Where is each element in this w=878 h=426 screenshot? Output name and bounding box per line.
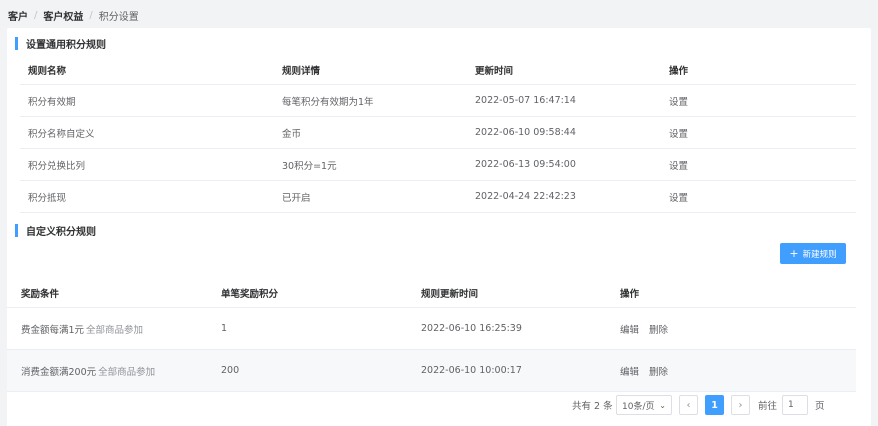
- column-header-points: 单笔奖励积分: [221, 288, 279, 300]
- content-card: 设置通用积分规则 规则名称 规则详情 更新时间 操作 积分有效期 每笔积分有效期…: [7, 28, 871, 426]
- table-row: 积分名称自定义 金币 2022-06-10 09:58:44 设置: [20, 117, 856, 149]
- rule-updated: 2022-06-10 09:58:44: [475, 127, 576, 138]
- rule-updated: 2022-06-10 10:00:17: [421, 365, 522, 376]
- reward-condition: 费金额每满1元 全部商品参加: [21, 308, 143, 349]
- reward-condition: 消费金额满200元 全部商品参加: [21, 350, 155, 391]
- custom-rules-table: 奖励条件 单笔奖励积分 规则更新时间 操作 费金额每满1元 全部商品参加 1 2…: [7, 278, 856, 393]
- section-title-custom: 自定义积分规则: [15, 223, 96, 238]
- plus-icon: +: [789, 247, 799, 260]
- breadcrumb-separator: /: [34, 9, 38, 21]
- column-header-condition: 奖励条件: [21, 288, 60, 300]
- rule-detail: 已开启: [282, 192, 311, 204]
- rule-updated: 2022-06-10 16:25:39: [421, 323, 522, 334]
- rule-name: 积分名称自定义: [28, 128, 95, 140]
- section-accent-bar: [15, 36, 18, 50]
- reward-condition-text: 费金额每满1元: [21, 324, 85, 336]
- rule-updated: 2022-05-07 16:47:14: [475, 95, 576, 106]
- delete-link[interactable]: 删除: [649, 308, 668, 349]
- rule-detail: 30积分=1元: [282, 160, 337, 172]
- section-title-general: 设置通用积分规则: [15, 36, 106, 51]
- table-row: 消费金额满200元 全部商品参加 200 2022-06-10 10:00:17…: [7, 350, 856, 392]
- page-size-select[interactable]: 10条/页 ⌄: [616, 395, 672, 415]
- goto-label: 前往: [758, 401, 778, 412]
- reward-condition-text: 消费金额满200元: [21, 366, 97, 378]
- table-header: 奖励条件 单笔奖励积分 规则更新时间 操作: [7, 278, 856, 308]
- table-row: 积分兑换比列 30积分=1元 2022-06-13 09:54:00 设置: [20, 149, 856, 181]
- edit-link[interactable]: 编辑: [620, 308, 639, 349]
- rule-name: 积分兑换比列: [28, 160, 86, 172]
- column-header-action: 操作: [620, 288, 640, 300]
- prev-page-button[interactable]: ‹: [679, 395, 698, 415]
- chevron-left-icon: ‹: [686, 399, 691, 411]
- rule-setting-link[interactable]: 设置: [669, 181, 688, 212]
- pagination-total: 共有 2 条: [572, 401, 613, 412]
- column-header-updated: 更新时间: [475, 66, 514, 77]
- rule-detail: 金币: [282, 128, 302, 140]
- rule-updated: 2022-06-13 09:54:00: [475, 159, 576, 170]
- rule-name: 积分有效期: [28, 96, 76, 108]
- goto-suffix: 页: [815, 401, 825, 412]
- column-header-updated: 规则更新时间: [421, 288, 479, 300]
- column-header-action: 操作: [669, 66, 689, 77]
- edit-link[interactable]: 编辑: [620, 350, 639, 391]
- rule-setting-link[interactable]: 设置: [669, 85, 688, 116]
- reward-scope-text: 全部商品参加: [98, 366, 156, 378]
- new-rule-button-label: 新建规则: [802, 249, 837, 260]
- general-rules-table: 规则名称 规则详情 更新时间 操作 积分有效期 每笔积分有效期为1年 2022-…: [20, 56, 856, 214]
- rule-updated: 2022-04-24 22:42:23: [475, 191, 576, 202]
- column-header-name: 规则名称: [28, 66, 67, 77]
- reward-points: 1: [221, 323, 228, 334]
- breadcrumb-customer[interactable]: 客户: [8, 8, 28, 23]
- breadcrumb-customer-rights[interactable]: 客户权益: [43, 8, 83, 23]
- table-row: 积分抵现 已开启 2022-04-24 22:42:23 设置: [20, 181, 856, 213]
- rule-detail: 每笔积分有效期为1年: [282, 96, 374, 108]
- page-size-value: 10条/页: [622, 401, 655, 412]
- rule-setting-link[interactable]: 设置: [669, 149, 688, 180]
- table-row: 费金额每满1元 全部商品参加 1 2022-06-10 16:25:39 编辑 …: [7, 308, 856, 350]
- chevron-down-icon: ⌄: [659, 400, 666, 410]
- next-page-button[interactable]: ›: [731, 395, 750, 415]
- goto-page-input[interactable]: 1: [782, 395, 808, 415]
- rule-setting-link[interactable]: 设置: [669, 117, 688, 148]
- table-header: 规则名称 规则详情 更新时间 操作: [20, 56, 856, 85]
- reward-points: 200: [221, 365, 240, 376]
- delete-link[interactable]: 删除: [649, 350, 668, 391]
- reward-scope-text: 全部商品参加: [86, 324, 144, 336]
- new-rule-button[interactable]: + 新建规则: [780, 243, 846, 264]
- page-number-current[interactable]: 1: [705, 395, 724, 415]
- breadcrumb-separator: /: [89, 9, 93, 21]
- breadcrumb: 客户 / 客户权益 / 积分设置: [8, 8, 139, 23]
- rule-name: 积分抵现: [28, 192, 67, 204]
- column-header-detail: 规则详情: [282, 66, 321, 77]
- breadcrumb-current: 积分设置: [98, 11, 139, 23]
- chevron-right-icon: ›: [738, 399, 743, 411]
- section-accent-bar: [15, 223, 18, 237]
- table-row: 积分有效期 每笔积分有效期为1年 2022-05-07 16:47:14 设置: [20, 85, 856, 117]
